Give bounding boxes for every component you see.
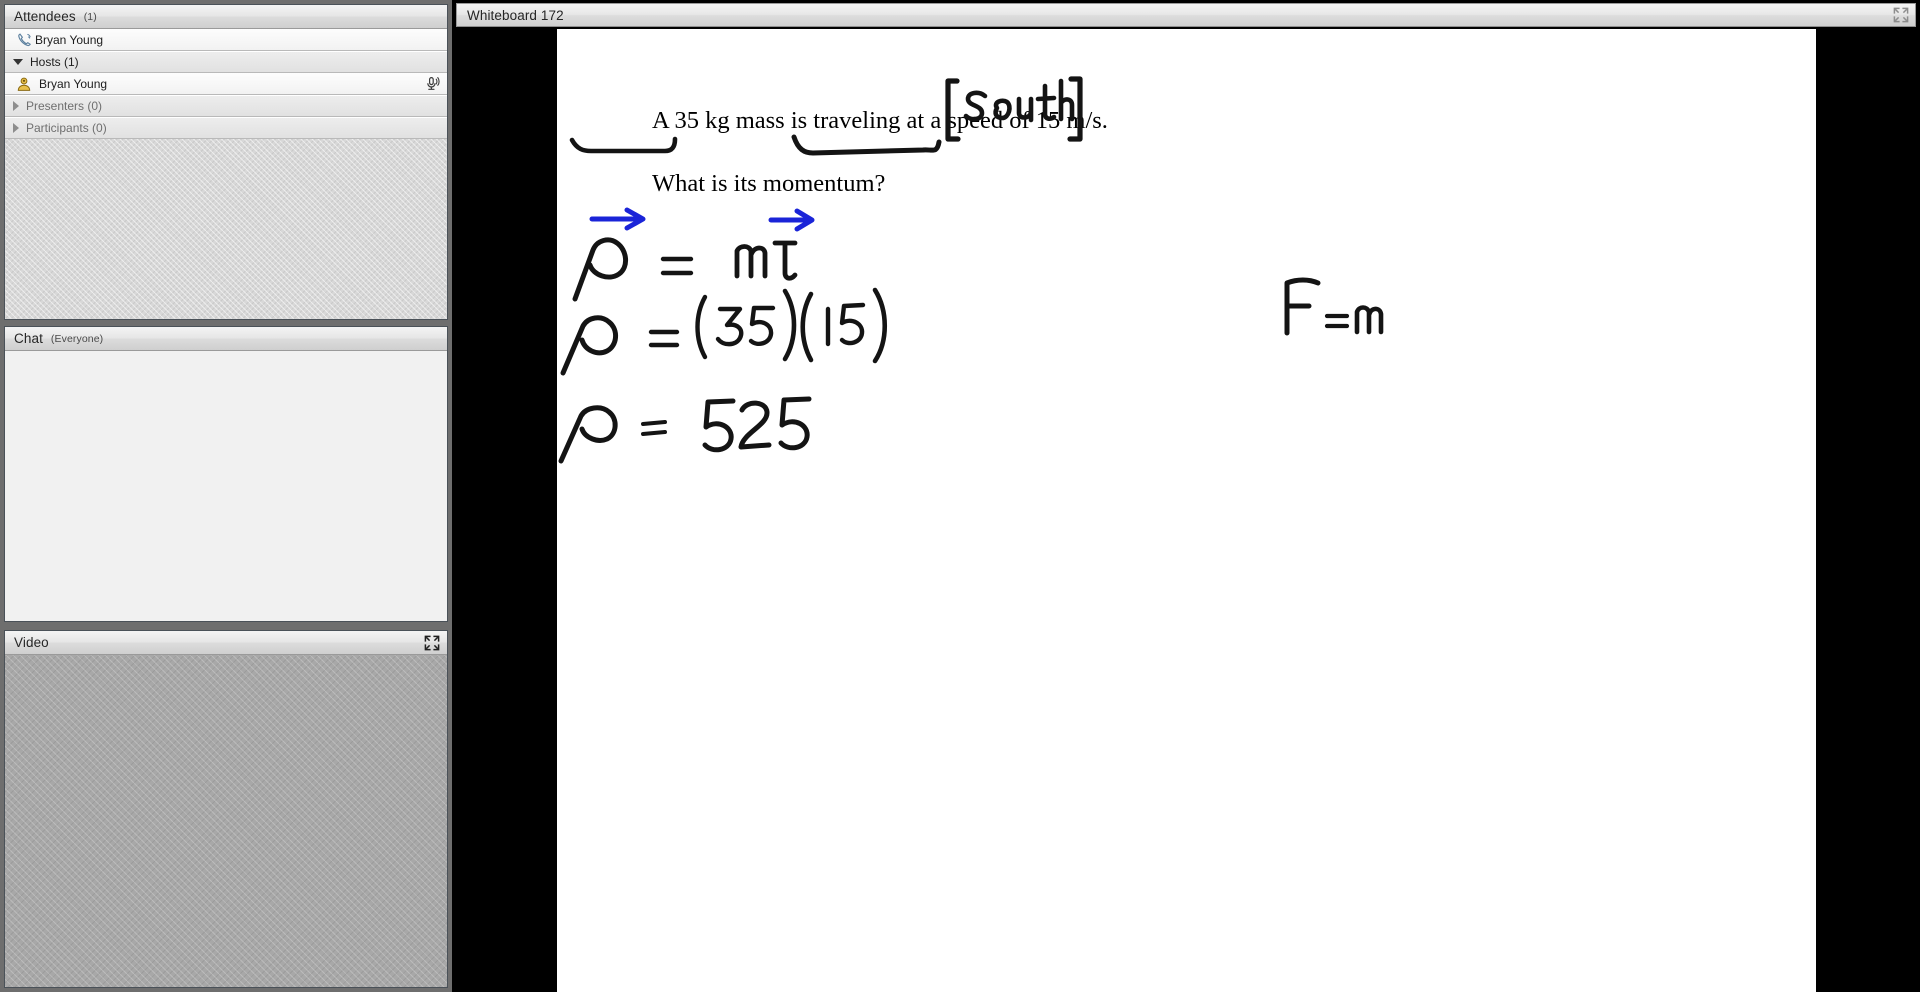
attendees-count: (1) <box>83 10 97 23</box>
group-header-presenters[interactable]: Presenters (0) <box>5 95 447 117</box>
work-line-2-ink <box>560 287 887 376</box>
expand-arrows-icon[interactable] <box>423 634 441 652</box>
triangle-right-icon[interactable] <box>13 123 19 133</box>
phone-icon <box>13 32 35 47</box>
attendee-self-name: Bryan Young <box>35 32 104 47</box>
video-title: Video <box>14 635 49 650</box>
chat-message-list[interactable] <box>5 351 447 621</box>
underline-mass-ink <box>569 136 678 154</box>
attendees-panel: Attendees (1) Bryan Young Hosts (1) Brya… <box>4 4 448 320</box>
left-sidebar: Attendees (1) Bryan Young Hosts (1) Brya… <box>0 0 452 992</box>
microphone-icon[interactable] <box>423 75 441 93</box>
attendees-list: Bryan Young Hosts (1) Bryan Young Presen… <box>5 29 447 319</box>
chat-panel: Chat (Everyone) <box>4 326 448 622</box>
underline-speed-ink <box>791 134 942 156</box>
chat-title: Chat <box>14 331 43 346</box>
expand-arrows-icon[interactable] <box>1892 6 1910 24</box>
question-line-1: A 35 kg mass is traveling at a speed of … <box>652 107 1108 134</box>
whiteboard-panel-header[interactable]: Whiteboard 172 <box>456 3 1916 27</box>
triangle-right-icon[interactable] <box>13 101 19 111</box>
chat-panel-header[interactable]: Chat (Everyone) <box>5 327 447 351</box>
group-label-presenters: Presenters (0) <box>26 99 103 113</box>
whiteboard-title: Whiteboard 172 <box>467 7 564 23</box>
work-line-1-ink <box>572 207 815 302</box>
video-stream-area[interactable] <box>5 655 447 987</box>
whiteboard-canvas[interactable]: A 35 kg mass is traveling at a speed of … <box>557 29 1816 992</box>
attendee-row-host[interactable]: Bryan Young <box>5 73 447 95</box>
question-line-2: What is its momentum? <box>652 170 886 197</box>
video-panel-header[interactable]: Video <box>5 631 447 655</box>
group-label-hosts: Hosts (1) <box>30 55 79 69</box>
attendees-panel-header[interactable]: Attendees (1) <box>5 5 447 29</box>
video-panel: Video <box>4 630 448 988</box>
application-window: Attendees (1) Bryan Young Hosts (1) Brya… <box>0 0 1920 992</box>
chat-scope: (Everyone) <box>50 332 104 345</box>
user-avatar-icon <box>13 76 35 92</box>
work-line-3-ink <box>558 396 812 464</box>
whiteboard-panel: Whiteboard 172 A 35 kg mass is traveling… <box>452 0 1920 992</box>
group-header-participants[interactable]: Participants (0) <box>5 117 447 139</box>
attendee-self-row[interactable]: Bryan Young <box>5 29 447 51</box>
triangle-down-icon[interactable] <box>13 59 23 65</box>
side-note-ink <box>1284 277 1384 336</box>
group-header-hosts[interactable]: Hosts (1) <box>5 51 447 73</box>
group-label-participants: Participants (0) <box>26 121 107 135</box>
attendee-host-name: Bryan Young <box>39 76 108 91</box>
attendees-title: Attendees <box>14 9 76 24</box>
